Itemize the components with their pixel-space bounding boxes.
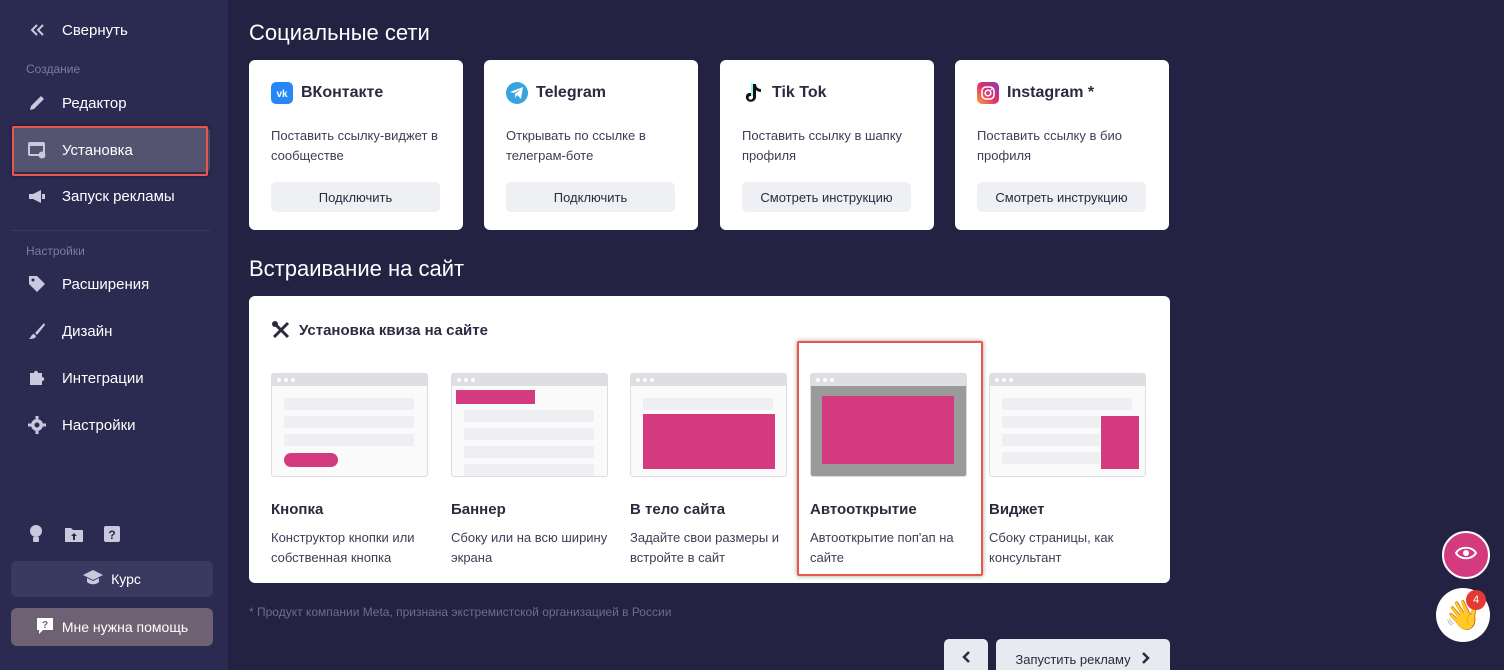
section-create-label: Создание — [26, 62, 81, 76]
tiktok-icon — [742, 82, 764, 104]
vk-icon: vk — [271, 82, 293, 104]
pencil-icon — [26, 92, 48, 114]
option-name: Автооткрытие — [810, 501, 917, 518]
sidebar-item-label: Расширения — [62, 275, 150, 293]
sidebar-item-label: Дизайн — [62, 322, 113, 340]
prev-button[interactable] — [944, 639, 988, 670]
bottom-icons: ? — [26, 524, 122, 544]
instagram-icon — [977, 82, 999, 104]
thumbnail — [810, 373, 967, 477]
course-label: Курс — [111, 571, 141, 587]
svg-text:?: ? — [108, 528, 115, 542]
social-desc: Открывать по ссылке в телеграм-боте — [506, 128, 646, 163]
social-card-vk: vk ВКонтакте Поставить ссылку-виджет в с… — [249, 60, 463, 230]
divider — [12, 230, 210, 231]
sidebar-item-integrations[interactable]: Интеграции — [12, 356, 210, 400]
option-desc: Конструктор кнопки или собственная кнопк… — [271, 530, 415, 565]
social-card-instagram: Instagram * Поставить ссылку в био профи… — [955, 60, 1169, 230]
help-question-icon[interactable]: ? — [102, 524, 122, 544]
megaphone-icon — [26, 185, 48, 207]
option-desc: Задайте свои размеры и встройте в сайт — [630, 530, 780, 565]
chevron-left-icon — [961, 650, 971, 669]
sidebar-item-settings[interactable]: Настройки — [12, 403, 210, 447]
social-desc: Поставить ссылку в био профиля — [977, 128, 1122, 163]
preview-button[interactable] — [1442, 531, 1490, 579]
sidebar-item-label: Интеграции — [62, 369, 144, 387]
graduation-cap-icon — [83, 569, 104, 589]
lightbulb-icon[interactable] — [26, 524, 46, 544]
sidebar-item-label: Настройки — [62, 416, 136, 434]
notification-badge: 4 — [1466, 590, 1486, 610]
double-chevron-left-icon — [26, 19, 48, 41]
collapse-button[interactable]: Свернуть — [12, 8, 210, 52]
gear-icon — [26, 414, 48, 436]
option-name: Виджет — [989, 501, 1045, 518]
social-desc: Поставить ссылку-виджет в сообществе — [271, 128, 438, 163]
option-desc: Сбоку или на всю ширину экрана — [451, 530, 608, 565]
option-name: В тело сайта — [630, 501, 726, 518]
embed-title: Встраивание на сайт — [249, 256, 465, 281]
help-label: Мне нужна помощь — [61, 619, 189, 635]
sidebar-item-label: Запуск рекламы — [62, 187, 175, 205]
option-desc: Автооткрытие поп'ап на сайте — [810, 530, 954, 565]
sidebar-item-label: Установка — [62, 141, 133, 159]
sidebar-item-ads[interactable]: Запуск рекламы — [12, 174, 210, 218]
svg-text:?: ? — [42, 620, 48, 631]
sidebar-item-extensions[interactable]: Расширения — [12, 262, 210, 306]
chat-question-icon: ? — [36, 617, 54, 638]
svg-text:vk: vk — [276, 89, 288, 98]
telegram-icon — [506, 82, 528, 104]
social-name: Telegram — [536, 84, 606, 101]
instructions-button[interactable]: Смотреть инструкцию — [742, 182, 911, 212]
connect-button[interactable]: Подключить — [271, 182, 440, 212]
social-name: Instagram * — [1007, 84, 1095, 101]
embed-option-body[interactable]: В тело сайта Задайте свои размеры и встр… — [630, 373, 787, 568]
sidebar-item-editor[interactable]: Редактор — [12, 81, 210, 125]
embed-option-banner[interactable]: Баннер Сбоку или на всю ширину экрана — [451, 373, 608, 568]
social-title: Социальные сети — [249, 20, 430, 45]
option-name: Кнопка — [271, 501, 324, 518]
embed-card-title-text: Установка квиза на сайте — [299, 321, 488, 339]
thumbnail — [989, 373, 1146, 477]
embed-option-widget[interactable]: Виджет Сбоку страницы, как консультант — [989, 373, 1146, 568]
option-name: Баннер — [451, 501, 506, 518]
sidebar-item-install[interactable]: Установка — [12, 128, 210, 172]
option-desc: Сбоку страницы, как консультант — [989, 530, 1114, 565]
brush-icon — [26, 320, 48, 342]
tools-icon — [271, 320, 291, 340]
sidebar-item-label: Редактор — [62, 94, 127, 112]
social-name: Tik Tok — [772, 84, 827, 101]
help-button[interactable]: ? Мне нужна помощь — [11, 608, 213, 646]
course-button[interactable]: Курс — [11, 561, 213, 597]
sidebar-item-design[interactable]: Дизайн — [12, 309, 210, 353]
embed-option-button[interactable]: Кнопка Конструктор кнопки или собственна… — [271, 373, 428, 568]
thumbnail — [630, 373, 787, 477]
social-card-tiktok: Tik Tok Поставить ссылку в шапку профиля… — [720, 60, 934, 230]
folder-upload-icon[interactable] — [64, 524, 84, 544]
launch-ads-label: Запустить рекламу — [1015, 651, 1131, 667]
eye-icon — [1454, 546, 1478, 565]
section-settings-label: Настройки — [26, 244, 85, 258]
install-window-icon — [26, 139, 48, 161]
social-desc: Поставить ссылку в шапку профиля — [742, 128, 903, 163]
social-name: ВКонтакте — [301, 84, 384, 101]
puzzle-icon — [26, 367, 48, 389]
thumbnail — [271, 373, 428, 477]
embed-option-autoopen[interactable]: Автооткрытие Автооткрытие поп'ап на сайт… — [810, 373, 967, 568]
chevron-right-icon — [1141, 651, 1151, 668]
launch-ads-button[interactable]: Запустить рекламу — [996, 639, 1170, 670]
social-card-telegram: Telegram Открывать по ссылке в телеграм-… — [484, 60, 698, 230]
footnote: * Продукт компании Meta, признана экстре… — [249, 605, 672, 619]
sidebar: Свернуть Создание Редактор Установка Зап… — [0, 0, 228, 670]
embed-card-title: Установка квиза на сайте — [271, 320, 488, 340]
embed-card: Установка квиза на сайте Кнопка Конструк… — [249, 296, 1170, 583]
tag-plus-icon — [26, 273, 48, 295]
instructions-button[interactable]: Смотреть инструкцию — [977, 182, 1146, 212]
connect-button[interactable]: Подключить — [506, 182, 675, 212]
thumbnail — [451, 373, 608, 477]
collapse-label: Свернуть — [62, 21, 128, 39]
